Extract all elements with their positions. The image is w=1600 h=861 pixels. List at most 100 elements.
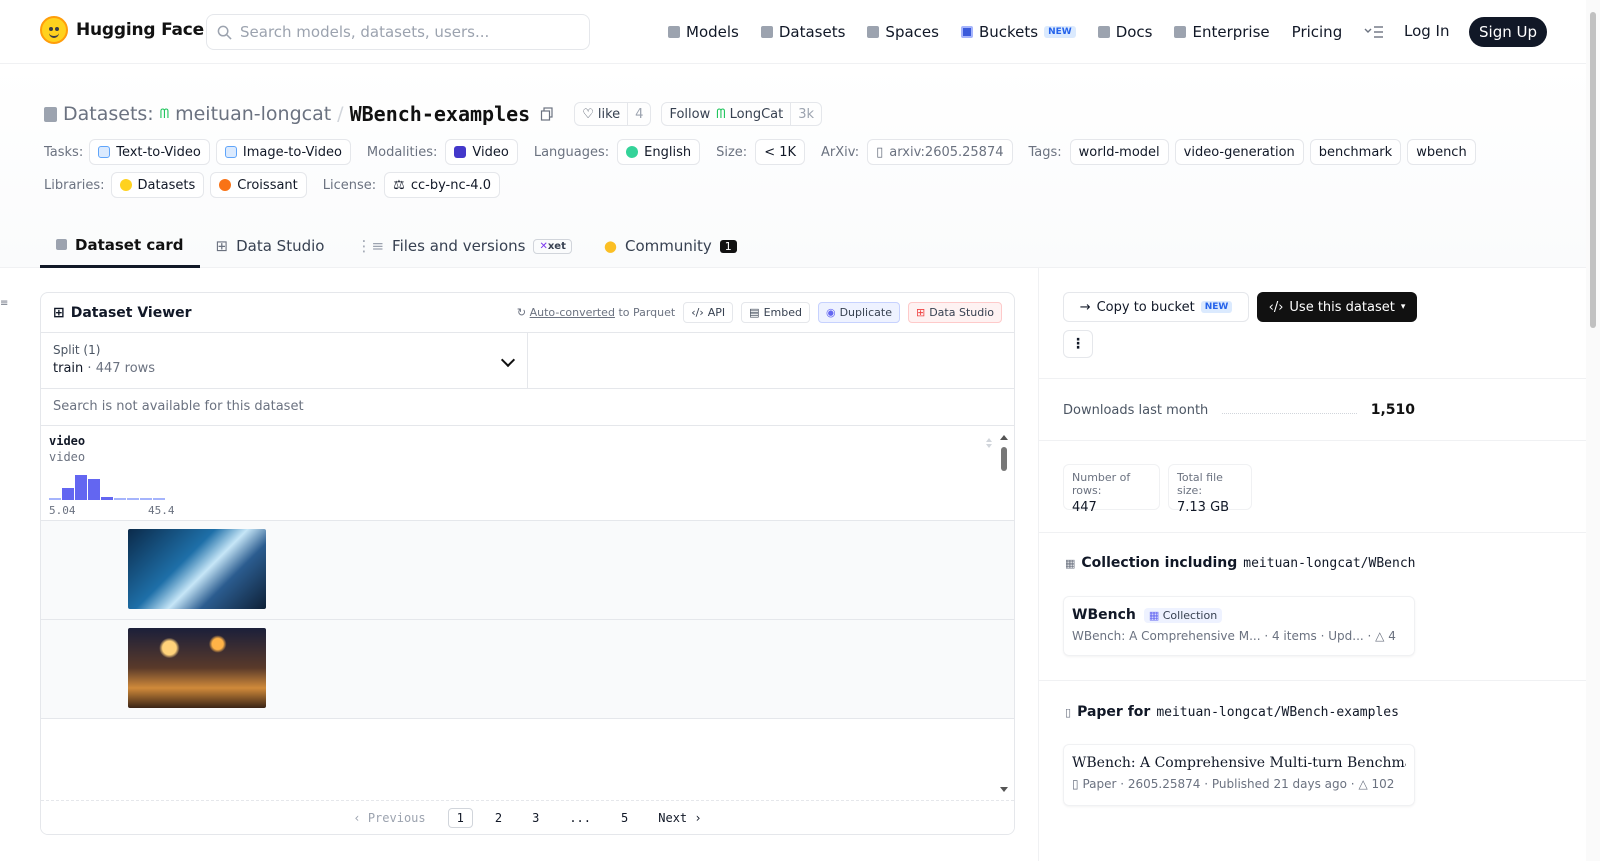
nav-spaces[interactable]: Spaces <box>867 23 939 41</box>
nav-more-menu[interactable] <box>1364 25 1384 39</box>
page-1-button[interactable]: 1 <box>447 807 473 828</box>
paper-card[interactable]: WBench: A Comprehensive Multi-turn Bench… <box>1063 744 1415 806</box>
split-selector[interactable]: Split (1) train · 447 rows <box>41 333 528 388</box>
tab-studio-label: Data Studio <box>236 237 325 255</box>
tag-benchmark[interactable]: benchmark <box>1309 139 1402 165</box>
duplicate-button[interactable]: ◉ Duplicate <box>817 302 900 323</box>
tag-video-generation[interactable]: video-generation <box>1174 139 1304 165</box>
filesize-value: 7.13 GB <box>1177 500 1230 515</box>
histogram-bar[interactable] <box>114 498 126 500</box>
embed-button[interactable]: ▤ Embed <box>741 302 810 323</box>
embed-icon: ▤ <box>749 306 760 319</box>
histogram-bar[interactable] <box>153 498 165 500</box>
nav-docs[interactable]: Docs <box>1097 23 1152 41</box>
paper-id: 2605.25874 <box>1127 777 1201 791</box>
histogram-bar[interactable] <box>88 479 100 500</box>
pagination: ‹ Previous 1 2 3 ... 5 Next › <box>41 800 1014 834</box>
nav-pricing[interactable]: Pricing <box>1292 23 1343 41</box>
license-tag[interactable]: ⚖ cc-by-nc-4.0 <box>384 172 500 198</box>
video-thumbnail[interactable] <box>128 529 266 609</box>
copy-to-bucket-button[interactable]: → Copy to bucket NEW <box>1063 292 1249 322</box>
nav-buckets-label: Buckets <box>978 23 1039 41</box>
tab-files-versions[interactable]: ⋮≡ Files and versions ✕xet <box>340 224 587 268</box>
histogram-bar[interactable] <box>127 498 139 500</box>
histogram-bar[interactable] <box>140 498 152 500</box>
tab-data-studio[interactable]: ⊞ Data Studio <box>200 224 341 268</box>
collection-card[interactable]: WBench ▦ Collection WBench: A Comprehensi… <box>1063 596 1415 656</box>
enterprise-icon <box>1174 26 1187 38</box>
api-label: API <box>707 306 726 319</box>
nav-buckets[interactable]: Buckets NEW <box>960 23 1076 41</box>
histogram-bar[interactable] <box>101 497 113 500</box>
copy-icon[interactable] <box>540 107 554 121</box>
tag-world-model[interactable]: world-model <box>1069 139 1169 165</box>
repo-name[interactable]: WBench-examples <box>350 102 531 126</box>
datasets-icon <box>760 26 773 38</box>
brand-logo[interactable]: Hugging Face <box>40 16 204 44</box>
page-scrollbar[interactable] <box>1586 0 1600 861</box>
modality-tag-video[interactable]: Video <box>445 139 518 165</box>
repo-org[interactable]: meituan-longcat <box>175 103 331 125</box>
table-row[interactable] <box>41 521 1014 620</box>
nav-models-label: Models <box>686 23 739 41</box>
nav-models[interactable]: Models <box>668 23 739 41</box>
tab-card-label: Dataset card <box>75 235 184 254</box>
task-tag-image-to-video[interactable]: Image-to-Video <box>215 139 351 165</box>
library-tag-croissant[interactable]: Croissant <box>210 172 307 198</box>
viewer-scrollbar[interactable] <box>1000 431 1008 799</box>
collection-updated: Upd... <box>1328 629 1364 643</box>
follow-button[interactable]: Follow ᗰ LongCat 3k <box>661 102 823 126</box>
more-options-button[interactable]: ⋮ <box>1063 330 1093 358</box>
column-header-video[interactable]: video video 5.04 45.4 <box>41 426 1014 521</box>
previous-page-button[interactable]: ‹ Previous <box>345 809 433 827</box>
tab-community[interactable]: ● Community 1 <box>588 224 753 268</box>
tag-wbench[interactable]: wbench <box>1407 139 1476 165</box>
collection-items: 4 items <box>1271 629 1317 643</box>
tab-dataset-card[interactable]: Dataset card <box>40 224 200 268</box>
histogram-bar[interactable] <box>49 498 61 500</box>
arxiv-tag[interactable]: ▯ arxiv:2605.25874 <box>867 139 1013 165</box>
metadata-row-1: Tasks: Text-to-Video Image-to-Video Moda… <box>44 139 1476 165</box>
search-box[interactable] <box>206 14 590 50</box>
login-link[interactable]: Log In <box>1404 22 1450 40</box>
nav-datasets[interactable]: Datasets <box>760 23 845 41</box>
signup-button[interactable]: Sign Up <box>1469 17 1547 47</box>
video-thumbnail[interactable] <box>128 628 266 708</box>
task-tag-text-to-video[interactable]: Text-to-Video <box>89 139 210 165</box>
autoconv-link[interactable]: Auto-converted <box>530 306 615 319</box>
tags-label: Tags: <box>1028 144 1062 160</box>
size-tag[interactable]: < 1K <box>755 139 806 165</box>
metadata-row-2: Libraries: Datasets Croissant License: ⚖… <box>44 172 500 198</box>
library-tag-datasets[interactable]: Datasets <box>110 172 205 198</box>
sidebar-toggle-icon[interactable]: ≡ <box>0 298 8 309</box>
next-page-button[interactable]: Next › <box>650 809 709 827</box>
languages-label: Languages: <box>533 144 610 160</box>
data-studio-button[interactable]: ⊞ Data Studio <box>907 302 1002 323</box>
nav-enterprise[interactable]: Enterprise <box>1174 23 1270 41</box>
croissant-icon <box>219 179 232 191</box>
like-count: 4 <box>627 103 650 125</box>
page-scroll-thumb[interactable] <box>1590 12 1596 328</box>
search-icon <box>217 25 232 40</box>
modalities-label: Modalities: <box>366 144 438 160</box>
like-button[interactable]: ♡ like 4 <box>574 102 652 126</box>
page-2-button[interactable]: 2 <box>487 809 510 827</box>
repo-kind[interactable]: Datasets: <box>63 103 154 125</box>
page-3-button[interactable]: 3 <box>524 809 547 827</box>
histogram-bar[interactable] <box>75 475 87 500</box>
column-name: video <box>49 434 86 448</box>
api-button[interactable]: ‹/› API <box>683 302 734 323</box>
repo-title: Datasets: ᗰ meituan-longcat / WBench-exa… <box>44 102 823 126</box>
xet-label: xet <box>547 240 566 252</box>
split-name: train <box>53 361 84 376</box>
table-row[interactable] <box>41 620 1014 719</box>
upvote-icon: △ <box>1358 777 1368 791</box>
page-5-button[interactable]: 5 <box>613 809 636 827</box>
histogram-bar[interactable] <box>62 488 74 500</box>
sort-icon[interactable] <box>984 436 994 450</box>
search-input[interactable] <box>240 23 560 41</box>
use-this-dataset-button[interactable]: ‹/› Use this dataset ▾ <box>1257 292 1417 322</box>
copy-new-badge: NEW <box>1200 301 1233 313</box>
language-tag-english[interactable]: English <box>617 139 701 165</box>
document-icon: ▯ <box>876 144 884 160</box>
